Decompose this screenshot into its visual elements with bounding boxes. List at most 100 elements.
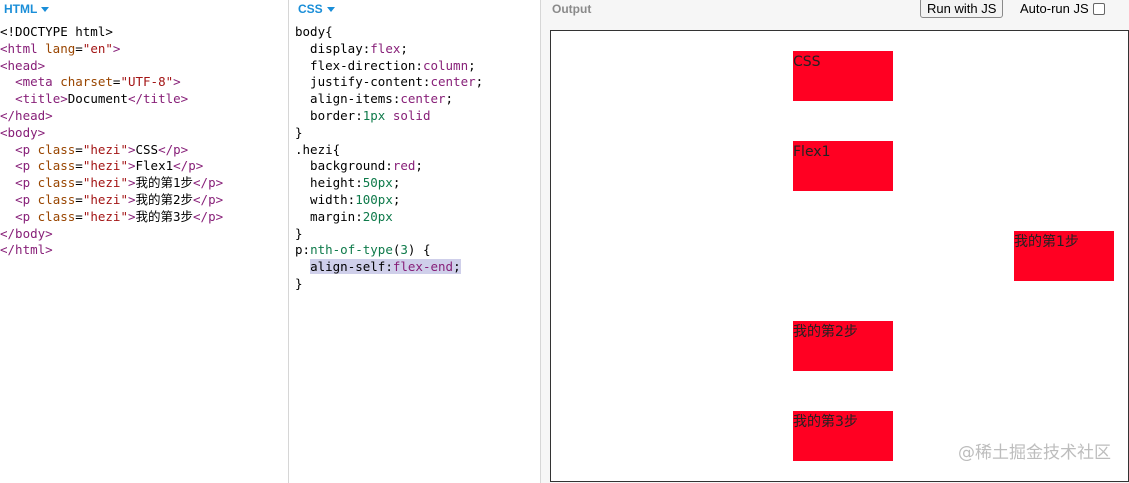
code-token: justify-content: xyxy=(295,74,431,90)
code-token: align-items: xyxy=(295,91,401,107)
code-token: <p xyxy=(15,141,38,157)
code-line[interactable]: } xyxy=(289,276,540,293)
code-token: flex xyxy=(370,40,401,56)
code-token: margin: xyxy=(295,208,363,224)
code-token: "hezi" xyxy=(82,175,128,191)
code-line[interactable]: flex-direction:column; xyxy=(289,58,540,75)
code-token: body{ xyxy=(295,24,333,39)
code-token: 1px xyxy=(362,107,386,123)
html-code-editor[interactable]: <!DOCTYPE html> <html lang="en"> <head> <m… xyxy=(0,24,288,259)
code-line[interactable]: } xyxy=(289,125,540,142)
code-token: ; xyxy=(475,74,484,90)
code-token: ; xyxy=(392,175,401,191)
code-token: class xyxy=(37,141,76,157)
code-token: </p> xyxy=(158,141,189,157)
code-token: <p xyxy=(15,175,38,191)
chevron-down-icon xyxy=(41,6,50,12)
code-token: > xyxy=(127,141,136,157)
code-token: .hezi{ xyxy=(295,141,341,157)
code-token: center xyxy=(400,91,446,107)
code-token: center xyxy=(430,74,476,90)
output-box: 我的第2步 xyxy=(793,321,893,371)
code-line[interactable]: .hezi{ xyxy=(289,142,540,159)
code-line[interactable]: </html> xyxy=(0,242,288,259)
code-token: = xyxy=(75,191,83,207)
code-line[interactable]: <p class="hezi">Flex1</p> xyxy=(0,158,288,175)
code-line[interactable]: background:red; xyxy=(289,158,540,175)
code-line[interactable]: <head> xyxy=(0,58,288,75)
code-token: = xyxy=(75,208,83,224)
run-with-js-button[interactable]: Run with JS xyxy=(920,0,1004,18)
autorun-checkbox[interactable] xyxy=(1092,3,1105,15)
code-token: ; xyxy=(400,40,408,56)
code-line[interactable]: <title>Document</title> xyxy=(0,91,288,108)
code-line[interactable]: border:1px solid xyxy=(289,108,540,125)
output-box: 我的第1步 xyxy=(1014,231,1114,281)
output-box: CSS xyxy=(793,51,893,101)
code-token: ; xyxy=(445,91,454,107)
chevron-down-icon xyxy=(326,6,335,12)
code-line[interactable]: <!DOCTYPE html> xyxy=(0,24,288,41)
code-token: charset xyxy=(60,74,113,90)
code-token: "hezi" xyxy=(82,158,128,174)
code-line[interactable]: width:100px; xyxy=(289,192,540,209)
code-line[interactable]: <body> xyxy=(0,125,288,142)
code-token: Flex1 xyxy=(135,158,174,174)
code-line[interactable]: <p class="hezi">我的第2步</p> xyxy=(0,192,288,209)
code-line[interactable]: margin:20px xyxy=(289,209,540,226)
code-token: 3 xyxy=(400,242,408,258)
code-token: = xyxy=(75,175,83,191)
code-token: <title> xyxy=(15,91,68,107)
code-line[interactable]: display:flex; xyxy=(289,41,540,58)
code-token: 50px xyxy=(362,175,393,191)
code-token: </title> xyxy=(127,91,189,107)
code-token: </html> xyxy=(0,242,53,258)
code-token: "hezi" xyxy=(82,141,128,157)
watermark: @稀土掘金技术社区 xyxy=(958,443,1111,463)
html-tab-label: HTML xyxy=(4,2,38,16)
code-token: 我的第3步 xyxy=(135,208,194,224)
css-code-editor[interactable]: body{ display:flex; flex-direction:colum… xyxy=(289,24,540,293)
code-token: = xyxy=(75,40,83,56)
code-token: class xyxy=(37,208,76,224)
code-token: > xyxy=(127,191,136,207)
code-token: <head> xyxy=(0,57,46,73)
autorun-toggle[interactable]: Auto-run JS xyxy=(1020,0,1105,18)
code-token: ; xyxy=(392,191,401,207)
code-line[interactable]: } xyxy=(289,226,540,243)
code-line[interactable]: <html lang="en"> xyxy=(0,41,288,58)
code-line[interactable]: </head> xyxy=(0,108,288,125)
code-token: flex-direction: xyxy=(295,57,423,73)
code-token: width: xyxy=(295,191,356,207)
code-token: </p> xyxy=(193,191,224,207)
code-line[interactable]: justify-content:center; xyxy=(289,74,540,91)
code-line[interactable]: p:nth-of-type(3) { xyxy=(289,242,540,259)
code-line[interactable]: <p class="hezi">CSS</p> xyxy=(0,142,288,159)
code-line[interactable]: align-items:center; xyxy=(289,91,540,108)
css-editor-pane: CSS body{ display:flex; flex-direction:c… xyxy=(289,0,541,483)
code-line[interactable]: <p class="hezi">我的第1步</p> xyxy=(0,175,288,192)
code-token: </body> xyxy=(0,225,53,241)
code-token: display: xyxy=(295,40,371,56)
code-line[interactable]: align-self:flex-end; xyxy=(289,259,540,276)
code-token: CSS xyxy=(135,141,159,157)
css-tab[interactable]: CSS xyxy=(298,0,335,18)
output-frame: CSS Flex1 我的第1步 我的第2步 我的第3步 @稀土掘金技术社区 xyxy=(550,30,1129,482)
code-token: ; xyxy=(415,158,423,174)
html-tab[interactable]: HTML xyxy=(4,0,50,18)
code-token: class xyxy=(37,191,76,207)
code-token: <html xyxy=(0,40,46,56)
code-line[interactable]: body{ xyxy=(289,24,540,41)
html-editor-pane: HTML <!DOCTYPE html> <html lang="en"> <hea… xyxy=(0,0,289,483)
code-line[interactable]: height:50px; xyxy=(289,175,540,192)
code-token: "en" xyxy=(82,40,113,56)
code-line[interactable]: <meta charset="UTF-8"> xyxy=(0,74,288,91)
code-line[interactable]: </body> xyxy=(0,226,288,243)
code-token: flex-end xyxy=(392,259,454,275)
code-line[interactable]: <p class="hezi">我的第3步</p> xyxy=(0,209,288,226)
